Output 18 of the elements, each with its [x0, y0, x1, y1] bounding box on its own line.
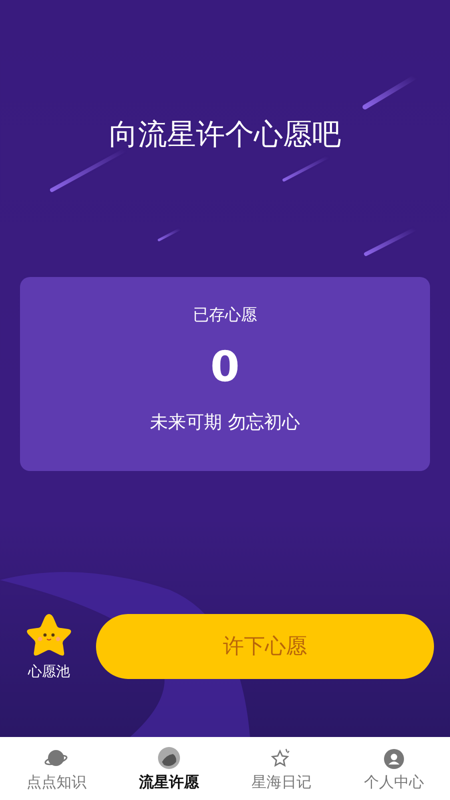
star-outline-icon: [270, 747, 292, 769]
nav-tab[interactable]: 个人中心: [338, 737, 450, 800]
wish-pool-button[interactable]: 心愿池: [24, 611, 74, 681]
planet-icon: [44, 747, 68, 769]
meteor-streak: [158, 228, 182, 242]
meteor-streak: [282, 156, 330, 182]
meteor-streak: [364, 227, 417, 256]
meteor-icon: [158, 747, 180, 769]
saved-wishes-label: 已存心愿: [193, 305, 257, 325]
meteor-streak: [362, 74, 418, 110]
nav-tab[interactable]: 流星许愿: [112, 737, 225, 800]
person-icon: [384, 749, 404, 769]
nav-tab[interactable]: 点点知识: [0, 737, 112, 800]
page-title: 向流星许个心愿吧: [109, 116, 341, 152]
make-wish-button[interactable]: 许下心愿: [96, 614, 434, 678]
nav-tab[interactable]: 星海日记: [225, 737, 338, 800]
wish-count: 0: [210, 343, 240, 391]
motto-text: 未来可期 勿忘初心: [150, 411, 300, 435]
